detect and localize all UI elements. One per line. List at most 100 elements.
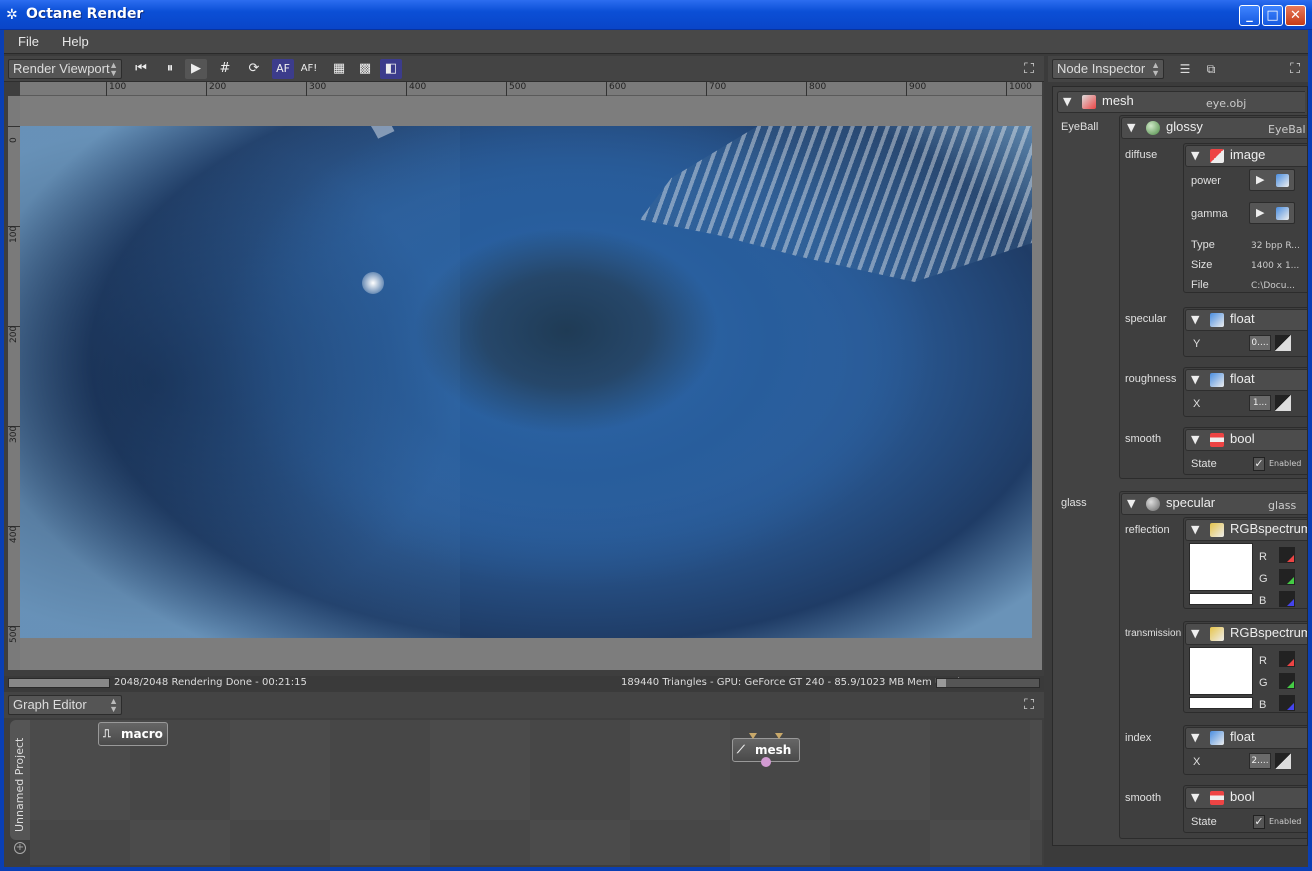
collapse-triangle-icon[interactable]: ▼: [1191, 149, 1199, 162]
mesh-node[interactable]: ⟋ mesh: [732, 733, 800, 767]
value-type-label[interactable]: bool: [1230, 431, 1255, 449]
red-channel-icon[interactable]: [1279, 651, 1295, 667]
green-channel-icon[interactable]: [1279, 673, 1295, 689]
start-render-button[interactable]: ▶: [185, 59, 207, 79]
rendered-eye-image[interactable]: [20, 126, 1032, 638]
macro-node[interactable]: ⎍ macro: [98, 722, 168, 746]
render-status-bar: 2048/2048 Rendering Done - 00:21:15 1894…: [4, 676, 1044, 690]
viewport-selector[interactable]: Render Viewport ▲ ▼: [8, 59, 122, 79]
slider-icon[interactable]: [1275, 753, 1291, 769]
restart-render-button[interactable]: ⏮: [130, 59, 152, 79]
collapse-triangle-icon[interactable]: ▼: [1063, 95, 1071, 108]
green-channel-icon[interactable]: [1279, 569, 1295, 585]
compare-toggle-button[interactable]: ◧: [380, 59, 402, 79]
slider-icon[interactable]: [1275, 335, 1291, 351]
collapse-triangle-icon[interactable]: ▼: [1191, 731, 1199, 744]
collapse-all-icon[interactable]: ☰: [1176, 60, 1194, 78]
gamma-label: gamma: [1191, 208, 1228, 220]
reflection-color-bar[interactable]: [1189, 593, 1253, 605]
value-type-label[interactable]: RGBspectrum: [1230, 625, 1307, 643]
collapse-triangle-icon[interactable]: ▼: [1191, 313, 1199, 326]
render-status-text: 2048/2048 Rendering Done - 00:21:15: [114, 677, 307, 688]
add-tab-icon[interactable]: +: [14, 842, 26, 854]
ruler-tick: 400: [8, 525, 20, 543]
transmission-rgb-row[interactable]: ▼ RGBspectrum: [1185, 623, 1307, 645]
expand-inspector-icon[interactable]: ⛶: [1286, 60, 1304, 78]
node-graph-canvas[interactable]: ⎍ macro ⟋ mesh: [30, 720, 1042, 865]
specular-float-row[interactable]: ▼ float: [1185, 309, 1307, 331]
gamma-input-button[interactable]: ▶: [1249, 202, 1295, 224]
background-toggle-button[interactable]: ▦: [328, 59, 350, 79]
value-type-label[interactable]: RGBspectrum: [1230, 521, 1307, 539]
minimize-button[interactable]: _: [1239, 5, 1260, 26]
ruler-tick: 1000: [1006, 82, 1032, 96]
reflection-color-swatch[interactable]: [1189, 543, 1253, 591]
input-pin[interactable]: [749, 733, 757, 739]
close-button[interactable]: ✕: [1285, 5, 1306, 26]
collapse-triangle-icon[interactable]: ▼: [1127, 497, 1135, 510]
power-label: power: [1191, 175, 1221, 187]
transmission-color-swatch[interactable]: [1189, 647, 1253, 695]
graph-editor-selector[interactable]: Graph Editor ▲ ▼: [8, 695, 122, 715]
specular-material-row[interactable]: ▼ specular glass: [1121, 493, 1307, 515]
roughness-value-field[interactable]: 1...: [1249, 395, 1271, 411]
state-label: State: [1191, 816, 1217, 828]
smooth-checkbox[interactable]: ✓: [1253, 457, 1265, 471]
transmission-color-bar[interactable]: [1189, 697, 1253, 709]
menu-file[interactable]: File: [18, 34, 39, 49]
output-pin[interactable]: [761, 757, 771, 767]
material-type-label[interactable]: specular: [1166, 495, 1215, 513]
ruler-tick: 100: [8, 225, 20, 243]
expand-graph-editor-icon[interactable]: ⛶: [1020, 696, 1038, 714]
glossy-node-row[interactable]: ▼ glossy EyeBal: [1121, 117, 1307, 139]
maximize-button[interactable]: □: [1262, 5, 1283, 26]
collapse-triangle-icon[interactable]: ▼: [1191, 433, 1199, 446]
image-node-row[interactable]: ▼ image: [1185, 145, 1307, 167]
value-type-label[interactable]: float: [1230, 371, 1255, 389]
specular-value-field[interactable]: 0....: [1249, 335, 1271, 351]
tab-unnamed-project[interactable]: Unnamed Project: [10, 720, 30, 840]
material-type-label[interactable]: glossy: [1166, 119, 1203, 137]
smooth-bool-row[interactable]: ▼ bool: [1185, 787, 1307, 809]
smooth-checkbox[interactable]: ✓: [1253, 815, 1265, 829]
expand-all-icon[interactable]: ⧉: [1202, 60, 1220, 78]
ruler-tick: 300: [306, 82, 326, 96]
reflection-rgb-row[interactable]: ▼ RGBspectrum: [1185, 519, 1307, 541]
size-value: 1400 x 1...: [1251, 261, 1300, 271]
collapse-triangle-icon[interactable]: ▼: [1127, 121, 1135, 134]
alpha-toggle-button[interactable]: ▩: [354, 59, 376, 79]
index-value-field[interactable]: 2....: [1249, 753, 1271, 769]
mesh-type-label[interactable]: mesh: [1102, 93, 1134, 111]
collapse-triangle-icon[interactable]: ▼: [1191, 373, 1199, 386]
viewport-toolbar: Render Viewport ▲ ▼ ⏮ ⏸ ▶ # ⟳ AF AF! ▦ ▩ …: [4, 56, 1044, 82]
title-bar: ✲ Octane Render _ □ ✕: [0, 0, 1312, 30]
region-render-button[interactable]: #: [214, 59, 236, 79]
recenter-button[interactable]: ⟳: [243, 59, 265, 79]
expand-viewport-icon[interactable]: ⛶: [1020, 60, 1038, 78]
red-channel-icon[interactable]: [1279, 547, 1295, 563]
value-type-label[interactable]: float: [1230, 729, 1255, 747]
autofocus-picker-button[interactable]: AF!: [298, 59, 320, 79]
texture-type-label[interactable]: image: [1230, 147, 1265, 165]
input-pin[interactable]: [775, 733, 783, 739]
collapse-triangle-icon[interactable]: ▼: [1191, 523, 1199, 536]
collapse-triangle-icon[interactable]: ▼: [1191, 627, 1199, 640]
roughness-float-row[interactable]: ▼ float: [1185, 369, 1307, 391]
slider-icon[interactable]: [1275, 395, 1291, 411]
menu-help[interactable]: Help: [62, 34, 89, 49]
value-type-label[interactable]: bool: [1230, 789, 1255, 807]
g-label: G: [1259, 677, 1268, 689]
blue-channel-icon[interactable]: [1279, 695, 1295, 711]
blue-channel-icon[interactable]: [1279, 591, 1295, 607]
g-label: G: [1259, 573, 1268, 585]
index-float-row[interactable]: ▼ float: [1185, 727, 1307, 749]
value-type-label[interactable]: float: [1230, 311, 1255, 329]
mesh-node-row[interactable]: ▼ mesh eye.obj: [1057, 91, 1305, 113]
smooth-bool-row[interactable]: ▼ bool: [1185, 429, 1307, 451]
power-input-button[interactable]: ▶: [1249, 169, 1295, 191]
collapse-triangle-icon[interactable]: ▼: [1191, 791, 1199, 804]
node-inspector-selector[interactable]: Node Inspector ▲ ▼: [1052, 59, 1164, 79]
bool-icon: [1210, 791, 1224, 805]
autofocus-button[interactable]: AF: [272, 59, 294, 79]
pause-render-button[interactable]: ⏸: [159, 59, 181, 79]
